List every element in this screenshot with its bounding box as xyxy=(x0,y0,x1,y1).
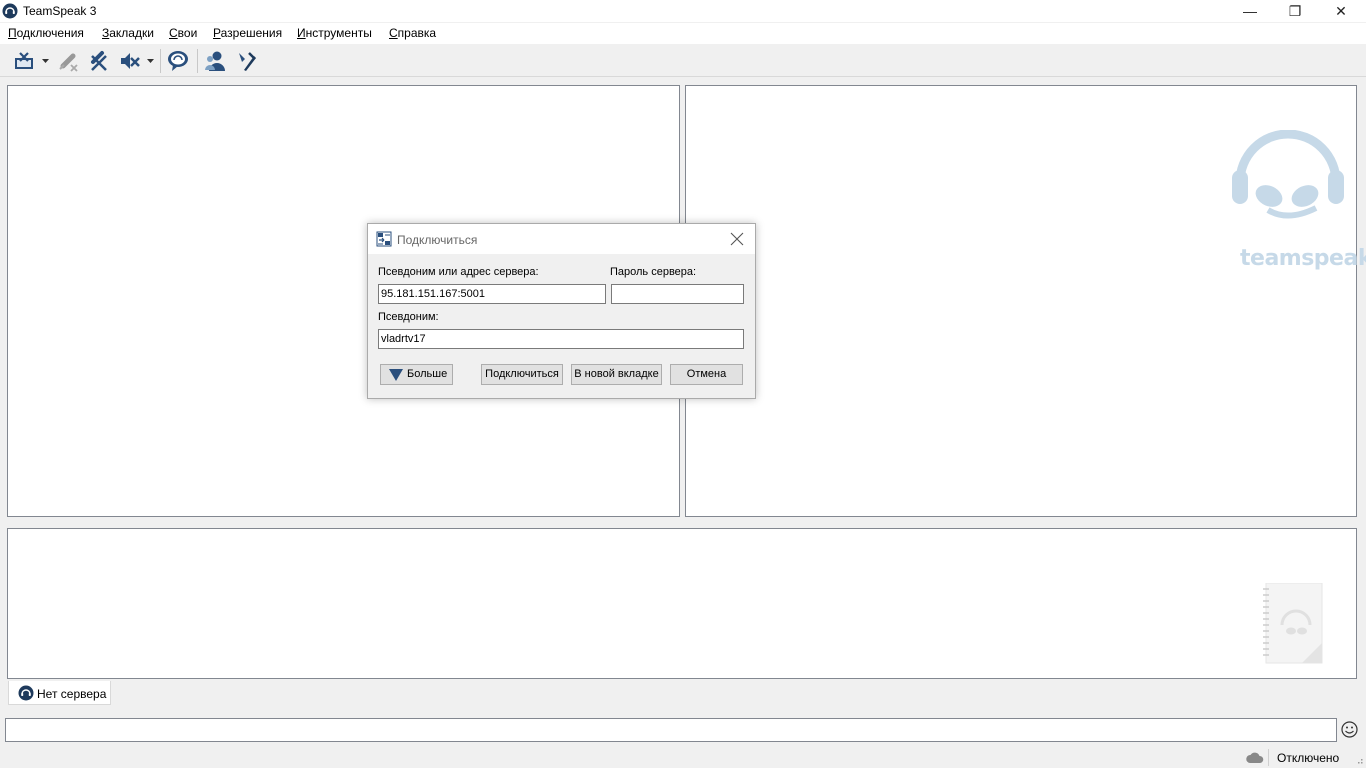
connection-status: Отключено xyxy=(1277,751,1340,765)
info-panel: teamspeak xyxy=(685,85,1366,517)
menu-self[interactable]: Свои xyxy=(169,26,197,40)
toolbar-separator xyxy=(197,49,198,73)
maximize-button[interactable]: ❐ xyxy=(1272,0,1318,22)
tools-icon[interactable] xyxy=(236,50,258,72)
expand-triangle-icon xyxy=(389,368,403,381)
window-title: TeamSpeak 3 xyxy=(23,4,97,18)
status-separator xyxy=(1268,749,1269,766)
server-address-label: Псевдоним или адрес сервера: xyxy=(378,266,539,278)
chat-log-panel[interactable] xyxy=(7,528,1357,679)
new-tab-button[interactable]: В новой вкладке xyxy=(571,364,662,385)
connect-icon xyxy=(376,231,392,247)
dialog-title: Подключиться xyxy=(397,233,478,247)
title-bar: TeamSpeak 3 — ❐ ✕ xyxy=(0,0,1366,22)
server-password-label: Пароль сервера: xyxy=(610,266,697,278)
menu-help[interactable]: Справка xyxy=(389,26,436,40)
server-address-input[interactable]: 95.181.151.167:5001 xyxy=(378,284,606,304)
more-button-label: Больше xyxy=(407,368,448,380)
speaker-dropdown-icon[interactable] xyxy=(147,59,154,63)
toolbar-separator xyxy=(160,49,161,73)
tab-label: Нет сервера xyxy=(37,687,107,701)
dialog-title-bar: Подключиться xyxy=(368,224,755,254)
server-password-input[interactable] xyxy=(611,284,744,304)
tab-no-server[interactable]: Нет сервера xyxy=(8,681,111,705)
emoticon-icon[interactable] xyxy=(1341,721,1358,738)
microphone-muted-icon[interactable] xyxy=(57,50,79,72)
more-button[interactable]: Больше xyxy=(380,364,453,385)
close-icon[interactable] xyxy=(728,230,746,248)
chat-icon[interactable] xyxy=(167,50,189,72)
minimize-button[interactable]: — xyxy=(1227,0,1273,22)
contacts-icon[interactable] xyxy=(204,50,226,72)
resize-grip-icon[interactable] xyxy=(1355,757,1363,765)
teamspeak-app-icon xyxy=(2,3,18,19)
close-window-button[interactable]: ✕ xyxy=(1318,0,1364,22)
disconnect-icon[interactable] xyxy=(13,50,35,72)
cancel-button[interactable]: Отмена xyxy=(670,364,743,385)
cloud-icon[interactable] xyxy=(1246,751,1264,763)
menu-bookmarks[interactable]: Закладки xyxy=(102,26,154,40)
teamspeak-logo-icon xyxy=(1232,130,1344,219)
speaker-muted-icon[interactable] xyxy=(119,50,141,72)
connect-dialog: Подключиться Псевдоним или адрес сервера… xyxy=(367,223,756,399)
nickname-label: Псевдоним: xyxy=(378,311,439,323)
nickname-input[interactable]: vladrtv17 xyxy=(378,329,744,349)
server-tab-icon xyxy=(18,685,34,701)
teamspeak-wordmark: teamspeak xyxy=(1240,246,1366,271)
notebook-watermark-icon xyxy=(1263,583,1323,664)
menu-bar: Подключения Закладки Свои Разрешения Инс… xyxy=(0,23,1366,44)
toolbar xyxy=(0,45,1366,77)
menu-permissions[interactable]: Разрешения xyxy=(213,26,282,40)
menu-connections[interactable]: Подключения xyxy=(8,26,84,40)
chat-input[interactable] xyxy=(5,718,1337,742)
connect-button[interactable]: Подключиться xyxy=(481,364,563,385)
disconnect-dropdown-icon[interactable] xyxy=(42,59,49,63)
menu-tools[interactable]: Инструменты xyxy=(297,26,372,40)
headphones-muted-icon[interactable] xyxy=(88,50,110,72)
